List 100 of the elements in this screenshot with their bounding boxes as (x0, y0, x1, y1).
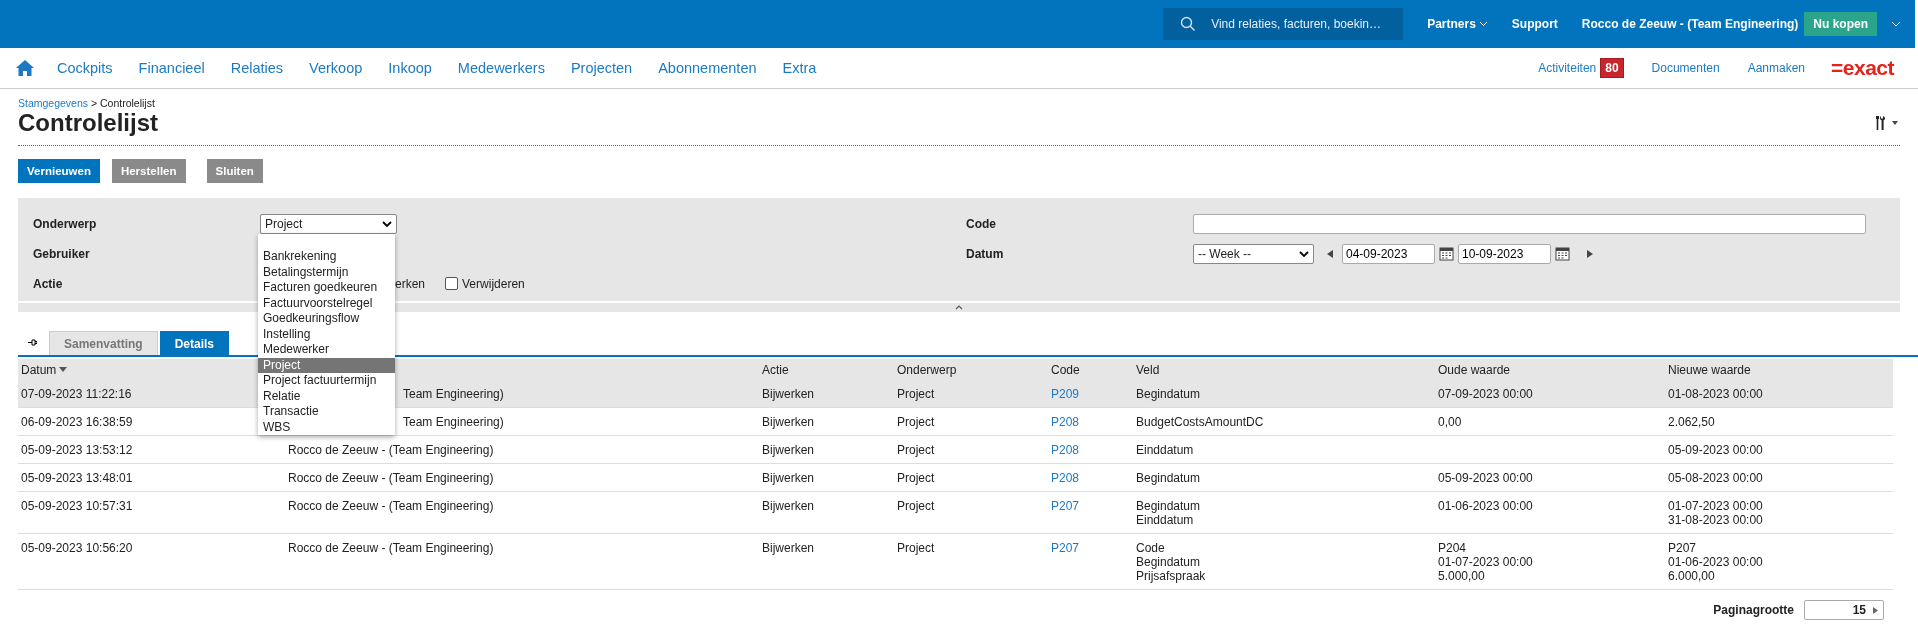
table-cell: 6.000,00 (1668, 569, 1715, 583)
count-badge: 80 (1600, 58, 1624, 78)
column-header[interactable]: Oude waarde (1438, 362, 1511, 377)
table-cell: 01-08-2023 00:00 (1668, 387, 1763, 401)
dropdown-option[interactable]: Betalingstermijn (258, 264, 395, 280)
dropdown-option[interactable]: WBS (258, 419, 395, 435)
table-cell: 05-09-2023 13:48:01 (21, 471, 133, 485)
dropdown-option[interactable]: Instelling (258, 326, 395, 342)
table-cell: Project (897, 415, 935, 429)
dropdown-option[interactable]: Factuurvoorstelregel (258, 295, 395, 311)
chevron-icon[interactable] (1891, 21, 1901, 27)
top-link[interactable]: Partners (1427, 17, 1476, 31)
table-row[interactable]: 05-09-2023 13:53:12 Rocco de Zeeuw - (Team Engineering) Bijwerken Project P208 Einddatum 05-09-2023 00:00 (18, 436, 1893, 464)
dropdown-option[interactable]: Project (258, 357, 395, 373)
tab[interactable]: Details (159, 331, 230, 355)
date-field[interactable]: 10-09-2023 (1458, 243, 1551, 264)
search-field[interactable]: Vind relaties, facturen, boekin… (1163, 8, 1404, 40)
previous-icon[interactable] (1327, 249, 1333, 258)
table-cell: Team Engineering) (403, 415, 504, 429)
nav-item[interactable]: Cockpits (57, 60, 113, 76)
table-cell: Rocco de Zeeuw - (Team Engineering) (288, 443, 494, 457)
calendar-icon[interactable] (1555, 246, 1570, 261)
nav-item[interactable]: Relaties (230, 60, 284, 76)
code-link[interactable]: P207 (1051, 541, 1080, 555)
table-row[interactable]: 05-09-2023 10:57:31 Rocco de Zeeuw - (Team Engineering) Bijwerken Project P207 Begindatum Einddatum 01-06-2023 00:00 01-07-2023 00:00 31-08-2023 00:00 (18, 492, 1893, 534)
dropdown-option[interactable]: Facturen goedkeuren (258, 280, 395, 296)
table-cell: Einddatum (1136, 443, 1194, 457)
table-cell: BudgetCostsAmountDC (1136, 415, 1264, 429)
code-field[interactable] (1193, 213, 1866, 234)
caret-icon (1299, 250, 1309, 257)
dropdown-option[interactable]: Goedkeuringsflow (258, 311, 395, 327)
top-link[interactable]: Rocco de Zeeuw - (Team Engineering) (1581, 17, 1799, 31)
table-cell: 05-09-2023 00:00 (1668, 443, 1763, 457)
nav-item[interactable]: Inkoop (388, 60, 432, 76)
table-cell: Bijwerken (762, 387, 815, 401)
table-cell: Begindatum (1136, 471, 1201, 485)
activities-link[interactable]: Activiteiten (1538, 61, 1597, 75)
table-cell: Code (1136, 541, 1165, 555)
table-cell: Bijwerken (762, 471, 815, 485)
nav-item[interactable]: Projecten (570, 60, 633, 76)
table-row[interactable]: 05-09-2023 13:48:01 Rocco de Zeeuw - (Team Engineering) Bijwerken Project P208 Begindatum 05-09-2023 00:00 05-08-2023 00:00 (18, 464, 1893, 492)
home-icon[interactable] (16, 60, 34, 76)
table-cell: 01-06-2023 00:00 (1668, 555, 1763, 569)
table-cell: 05-09-2023 10:56:20 (21, 541, 133, 555)
field-label: Onderwerp (33, 216, 98, 231)
next-icon (1873, 606, 1878, 614)
table-cell: 07-09-2023 00:00 (1438, 387, 1533, 401)
logo: =exact (1831, 56, 1894, 80)
dropdown-option[interactable]: Medewerker (258, 342, 395, 358)
search-icon (1180, 16, 1197, 32)
column-header[interactable]: Nieuwe waarde (1668, 362, 1751, 377)
page-size-field[interactable]: 15 (1804, 600, 1884, 620)
field-label: Gebruiker (33, 246, 91, 261)
dropdown-option[interactable]: Bankrekening (258, 249, 395, 265)
tab[interactable]: Samenvatting (49, 331, 158, 355)
table-cell: 0,00 (1438, 415, 1462, 429)
dropdown-option[interactable]: Relatie (258, 388, 395, 404)
table-cell: Einddatum (1136, 513, 1194, 527)
column-header[interactable]: Code (1051, 362, 1080, 377)
table-cell: Bijwerken (762, 443, 815, 457)
field-label: Actie (33, 276, 64, 291)
code-link[interactable]: P209 (1051, 387, 1080, 401)
breadcrumb-link[interactable]: Stamgegevens (18, 97, 89, 109)
code-link[interactable]: P208 (1051, 471, 1080, 485)
period-select[interactable]: -- Week -- (1193, 243, 1314, 264)
nav-link[interactable]: Aanmaken (1747, 61, 1805, 75)
next-icon[interactable] (1587, 249, 1593, 258)
calendar-icon[interactable] (1439, 246, 1454, 261)
code-link[interactable]: P208 (1051, 443, 1080, 457)
column-header[interactable]: Onderwerp (897, 362, 957, 377)
date-field[interactable]: 04-09-2023 (1342, 243, 1435, 264)
checkbox[interactable]: Verwijderen (445, 276, 525, 291)
action-button[interactable]: Vernieuwen (18, 159, 100, 183)
nav-item[interactable]: Abonnementen (658, 60, 757, 76)
column-header[interactable]: Actie (762, 362, 789, 377)
code-link[interactable]: P207 (1051, 499, 1080, 513)
column-header[interactable]: Datum (21, 362, 68, 377)
nav-item[interactable]: Extra (782, 60, 817, 76)
tools-icon[interactable] (1874, 115, 1900, 131)
table-cell: Begindatum (1136, 555, 1201, 569)
nav-item[interactable]: Financieel (138, 60, 205, 76)
table-cell: Bijwerken (762, 499, 815, 513)
pin-icon[interactable] (28, 339, 37, 346)
table-cell: 01-07-2023 00:00 (1438, 555, 1533, 569)
table-cell: Project (897, 471, 935, 485)
table-row[interactable]: 05-09-2023 10:56:20 Rocco de Zeeuw - (Team Engineering) Bijwerken Project P207 Code Begindatum Prijsafspraak P204 01-07-2023 00:00 5.000,00 P207 01-06-2023 00:00 6.000,00 (18, 534, 1893, 590)
column-header[interactable]: Veld (1136, 362, 1160, 377)
table-cell: Rocco de Zeeuw - (Team Engineering) (288, 541, 494, 555)
top-link[interactable]: Support (1511, 17, 1558, 31)
table-cell: 07-09-2023 11:22:16 (21, 387, 132, 401)
code-link[interactable]: P208 (1051, 415, 1080, 429)
nav-item[interactable]: Medewerkers (457, 60, 545, 76)
nav-item[interactable]: Verkoop (309, 60, 363, 76)
breadcrumb-current: > Controlelijst (90, 97, 155, 109)
table-cell: Prijsafspraak (1136, 569, 1206, 583)
checkbox-label: erken (395, 276, 426, 291)
table-cell: 06-09-2023 16:38:59 (21, 415, 133, 429)
subject-select[interactable]: Project (260, 213, 397, 234)
nav-link[interactable]: Documenten (1651, 61, 1720, 75)
table-cell: 01-07-2023 00:00 (1668, 499, 1763, 513)
